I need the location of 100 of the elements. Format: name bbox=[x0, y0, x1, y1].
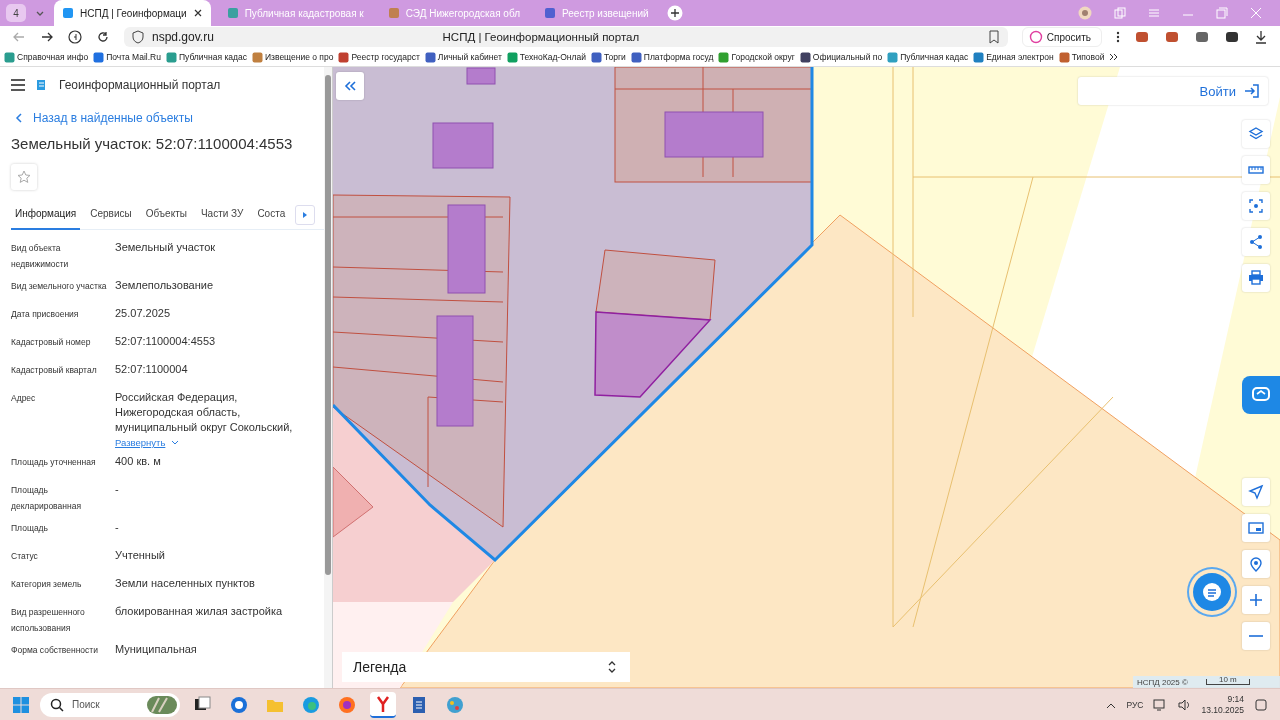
bookmark[interactable]: Единая электрон bbox=[973, 51, 1054, 63]
more-icon[interactable] bbox=[1116, 30, 1120, 44]
field-label: Категория земель bbox=[11, 578, 83, 591]
close-icon[interactable] bbox=[192, 8, 203, 18]
bookmark[interactable]: Типовой bbox=[1058, 51, 1105, 63]
clock-date[interactable]: 13.10.2025 bbox=[1201, 704, 1244, 716]
site-icon bbox=[506, 51, 518, 63]
tab[interactable]: Части ЗУ bbox=[196, 199, 248, 230]
navigation-arrow-icon bbox=[1248, 484, 1264, 500]
browser-tab[interactable]: НСПД | Геоинформаци bbox=[54, 0, 211, 26]
address-bar[interactable]: nspd.gov.ru НСПД | Геоинформационный портал bbox=[124, 27, 1008, 47]
bookmark[interactable]: Публичная кадас bbox=[887, 51, 969, 63]
site-icon bbox=[338, 51, 350, 63]
download-icon[interactable] bbox=[1254, 30, 1268, 44]
paint-app-icon bbox=[445, 694, 465, 715]
bookmark-icon[interactable] bbox=[987, 30, 1000, 44]
chat-icon bbox=[1202, 582, 1222, 602]
site-icon bbox=[630, 51, 642, 63]
bookmark[interactable]: Справочная инфо bbox=[4, 51, 89, 63]
legend-dropdown[interactable]: Легенда bbox=[342, 652, 630, 682]
tab[interactable]: Объекты bbox=[141, 199, 191, 230]
notification-icon[interactable] bbox=[1254, 697, 1268, 712]
field-label: Площадь bbox=[11, 522, 49, 535]
site-icon bbox=[226, 7, 239, 19]
extension-icon[interactable] bbox=[1164, 29, 1180, 45]
portal-logo-icon bbox=[35, 78, 47, 92]
bookmark[interactable]: Реестр государст bbox=[338, 51, 420, 63]
profile-icon[interactable] bbox=[1078, 6, 1092, 20]
ask-button[interactable]: Спросить bbox=[1021, 27, 1102, 47]
site-icon bbox=[1058, 51, 1070, 63]
field-label: Форма собственности bbox=[11, 644, 99, 657]
scrollbar-thumb[interactable] bbox=[325, 75, 331, 575]
language-indicator[interactable]: РУС bbox=[1126, 699, 1144, 710]
site-icon bbox=[973, 51, 985, 63]
expand-link[interactable]: Развернуть bbox=[115, 437, 324, 448]
forward-arrow-icon[interactable] bbox=[40, 30, 54, 44]
chevrons-right-icon[interactable] bbox=[1109, 52, 1120, 62]
chevron-left-icon bbox=[15, 113, 23, 123]
network-icon[interactable] bbox=[1153, 697, 1168, 712]
field-label: Дата присвоения bbox=[11, 308, 80, 321]
field-label: Адрес bbox=[11, 392, 37, 405]
site-icon bbox=[799, 51, 811, 63]
bookmark[interactable]: Торги bbox=[590, 51, 626, 63]
bookmark[interactable]: Личный кабинет bbox=[424, 51, 502, 63]
map-tool-button[interactable] bbox=[1242, 514, 1270, 542]
back-link[interactable]: Назад в найденные объекты bbox=[15, 111, 324, 125]
browser-logo-icon[interactable] bbox=[68, 30, 82, 44]
field-label: Вид земельного участка bbox=[11, 280, 108, 293]
plus-icon[interactable] bbox=[666, 5, 683, 21]
side-tab-button[interactable] bbox=[1242, 376, 1280, 414]
reload-icon[interactable] bbox=[96, 30, 110, 44]
field-value: 400 кв. м bbox=[115, 454, 162, 469]
scrollbar[interactable] bbox=[324, 67, 332, 688]
sort-arrows-icon bbox=[608, 661, 616, 673]
field-value: Муниципальная bbox=[115, 642, 198, 657]
windows-start-icon[interactable] bbox=[12, 695, 30, 714]
page-title: НСПД | Геоинформационный портал bbox=[441, 31, 641, 43]
map-tool-button[interactable] bbox=[1242, 228, 1270, 256]
map-tool-button[interactable] bbox=[1242, 478, 1270, 506]
field-value: Российская Федерация, Нижегородская область, муниципальный округ Сокольский, bbox=[115, 390, 294, 435]
edge-browser-icon bbox=[301, 694, 321, 715]
tab[interactable]: Информация bbox=[11, 199, 81, 230]
clock-time[interactable]: 9:14 bbox=[1227, 693, 1244, 705]
field-value: Землепользование bbox=[115, 278, 215, 293]
field-label: Кадастровый номер bbox=[11, 336, 92, 349]
taskbar-search[interactable]: Поиск bbox=[40, 692, 180, 717]
site-icon bbox=[590, 51, 602, 63]
bookmark[interactable]: Извещение о про bbox=[251, 51, 334, 63]
field-label: Вид объекта недвижимости bbox=[11, 242, 70, 271]
tab[interactable]: Сервисы bbox=[86, 199, 136, 230]
bookmark[interactable]: Платформа госуд bbox=[630, 51, 714, 63]
scroll-right-button[interactable] bbox=[295, 204, 316, 225]
bookmark[interactable]: Публичная кадас bbox=[165, 51, 247, 63]
bookmark[interactable]: Почта Mail.Ru bbox=[93, 51, 161, 63]
map-tool-button[interactable] bbox=[1242, 264, 1270, 292]
site-icon bbox=[424, 51, 436, 63]
login-button[interactable]: Войти bbox=[1078, 77, 1268, 105]
bookmark[interactable]: Городской округ bbox=[718, 51, 795, 63]
map-tool-button[interactable] bbox=[1242, 120, 1270, 148]
site-icon bbox=[887, 51, 899, 63]
extension-icon[interactable] bbox=[1134, 29, 1150, 45]
menu-icon[interactable] bbox=[11, 79, 25, 91]
field-label: Площадь декларированная bbox=[11, 484, 82, 513]
tab-counter[interactable]: 4 bbox=[6, 4, 26, 22]
field-value: Земельный участок bbox=[115, 240, 217, 255]
field-value: - bbox=[115, 482, 120, 497]
map-tool-button[interactable] bbox=[1242, 622, 1270, 650]
back-arrow-icon[interactable] bbox=[12, 30, 26, 44]
site-icon bbox=[387, 7, 400, 19]
map-tool-button[interactable] bbox=[1242, 586, 1270, 614]
field-label: Площадь уточненная bbox=[11, 456, 97, 469]
bookmark[interactable]: ТехноКад-Онлай bbox=[506, 51, 586, 63]
map-tool-button[interactable] bbox=[1242, 156, 1270, 184]
map-tool-button[interactable] bbox=[1242, 550, 1270, 578]
tab[interactable]: Соста bbox=[253, 199, 290, 230]
collapse-button[interactable] bbox=[336, 72, 364, 100]
volume-icon[interactable] bbox=[1177, 697, 1192, 712]
field-value: 52:07:1100004 bbox=[115, 362, 189, 377]
bookmark[interactable]: Официальный по bbox=[799, 51, 883, 63]
map-tool-button[interactable] bbox=[1242, 192, 1270, 220]
